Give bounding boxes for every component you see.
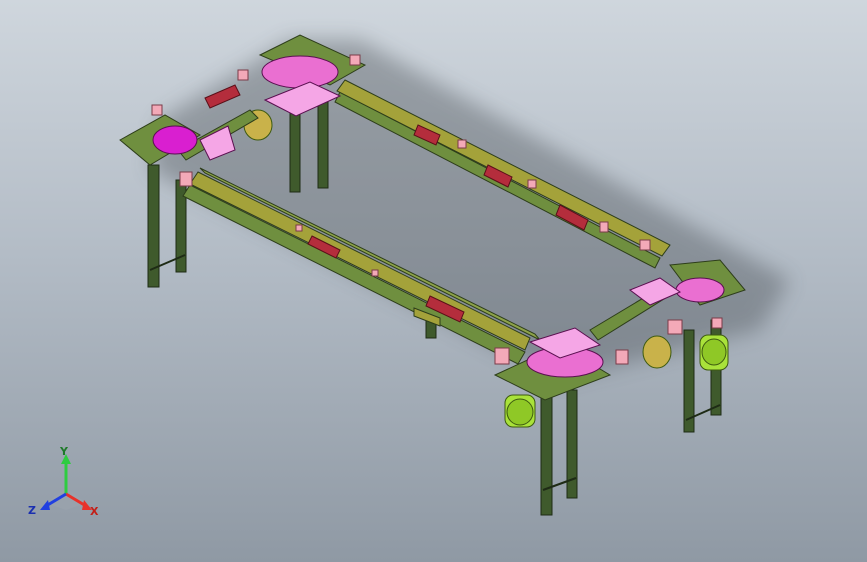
leg-rear-right	[317, 99, 329, 189]
leg-front-b	[566, 389, 578, 499]
motor-right	[642, 335, 672, 369]
coordinate-triad: Y X Z	[26, 445, 106, 520]
graphics-viewport[interactable]: Y X Z	[0, 0, 867, 562]
x-axis-label: X	[90, 505, 99, 518]
leg-front-a	[540, 392, 553, 516]
y-axis-label: Y	[60, 445, 68, 458]
model-canvas[interactable]	[0, 0, 867, 562]
z-axis-label: Z	[28, 504, 36, 517]
